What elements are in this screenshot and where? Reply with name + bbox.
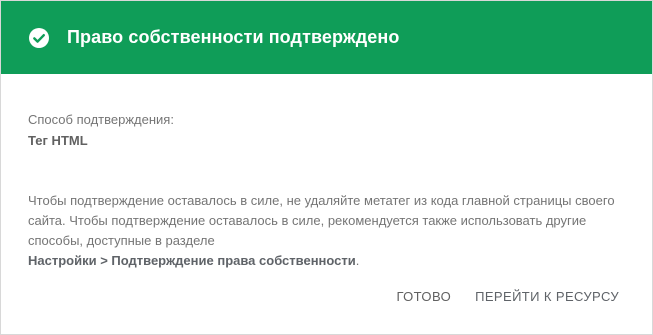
go-to-resource-button[interactable]: ПЕРЕЙТИ К РЕСУРСУ — [475, 287, 619, 306]
verification-method-value: Тег HTML — [28, 133, 88, 148]
dialog-actions: ГОТОВО ПЕРЕЙТИ К РЕСУРСУ — [396, 287, 619, 306]
dialog-header: Право собственности подтверждено — [1, 1, 652, 74]
notice-text: Чтобы подтверждение оставалось в силе, н… — [28, 193, 615, 248]
notice-trailing: . — [355, 253, 360, 268]
verification-method-label: Способ подтверждения: — [28, 112, 174, 127]
settings-path: Настройки > Подтверждение права собствен… — [28, 253, 356, 268]
check-circle-icon — [28, 27, 50, 49]
dialog-title: Право собственности подтверждено — [67, 27, 400, 47]
dialog-body: Способ подтверждения: Тег HTML Чтобы под… — [1, 74, 652, 271]
verification-notice: Чтобы подтверждение оставалось в силе, н… — [28, 191, 628, 271]
ownership-verified-dialog: Право собственности подтверждено Способ … — [0, 0, 653, 335]
done-button[interactable]: ГОТОВО — [396, 287, 451, 306]
